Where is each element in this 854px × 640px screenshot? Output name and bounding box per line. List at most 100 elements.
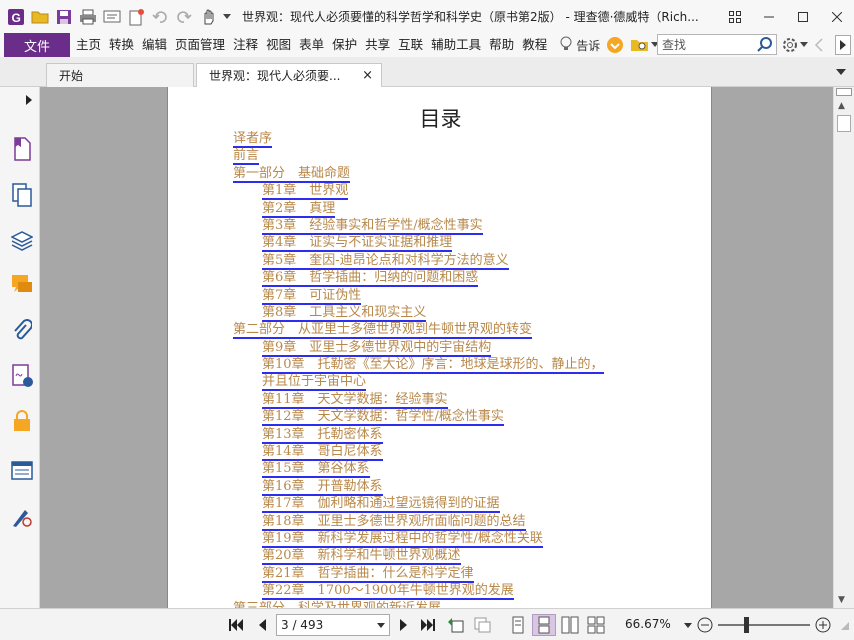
document-viewport[interactable]: 目录 译者序 前言 第一部分 基础命题 第1章 世界观 第2章 真理 第3章 经验事实和哲… <box>40 87 833 608</box>
zoom-out-icon[interactable] <box>695 615 715 635</box>
new-document-icon[interactable] <box>126 7 146 27</box>
fields-panel-icon[interactable] <box>10 459 34 483</box>
search-input[interactable]: 查找 <box>657 34 777 55</box>
comments-panel-icon[interactable] <box>10 273 34 297</box>
next-page-icon[interactable] <box>394 615 414 635</box>
sign-icon[interactable] <box>606 36 624 54</box>
toc-entry[interactable]: 第5章 奎因-迪昂论点和对科学方法的意义 <box>233 252 693 270</box>
menu-connect[interactable]: 互联 <box>394 33 427 57</box>
toc-entry[interactable]: 第一部分 基础命题 <box>233 165 693 183</box>
find-folder-icon[interactable] <box>630 37 650 53</box>
close-tab-icon[interactable]: × <box>362 68 373 83</box>
menu-page-management[interactable]: 页面管理 <box>171 33 229 57</box>
layers-icon[interactable] <box>10 229 34 253</box>
settings-icon[interactable] <box>782 37 798 53</box>
toc-entry[interactable]: 第9章 亚里士多德世界观中的宇宙结构 <box>233 339 693 357</box>
toc-entry[interactable]: 译者序 <box>233 130 693 148</box>
next-view-icon[interactable] <box>472 615 492 635</box>
menu-home[interactable]: 主页 <box>72 33 105 57</box>
menu-accessibility[interactable]: 辅助工具 <box>427 33 485 57</box>
redo-icon[interactable] <box>174 7 194 27</box>
first-page-icon[interactable] <box>226 615 246 635</box>
open-folder-icon[interactable] <box>30 7 50 27</box>
last-page-icon[interactable] <box>418 615 438 635</box>
toc-entry[interactable]: 第18章 亚里士多德世界观所面临问题的总结 <box>233 513 693 531</box>
toc-entry[interactable]: 第16章 开普勒体系 <box>233 478 693 496</box>
toc-entry[interactable]: 第14章 哥白尼体系 <box>233 443 693 462</box>
maximize-icon[interactable] <box>786 0 820 33</box>
toc-entry[interactable]: 第7章 可证伪性 <box>233 287 693 305</box>
menu-view[interactable]: 视图 <box>262 33 295 57</box>
vertical-scrollbar[interactable]: ▲ ▼ <box>833 87 854 608</box>
toc-entry[interactable]: 第8章 工具主义和现实主义 <box>233 304 693 322</box>
customize-dropdown-icon[interactable] <box>222 7 232 27</box>
menu-annotate[interactable]: 注释 <box>229 33 262 57</box>
menu-tutorial[interactable]: 教程 <box>518 33 551 57</box>
ribbon-display-icon[interactable] <box>718 0 752 33</box>
scrollbar-thumb[interactable] <box>837 115 851 132</box>
facing-page-view-icon[interactable] <box>560 615 580 635</box>
toc-entry[interactable]: 第11章 天文学数据：经验事实 <box>233 391 693 409</box>
certify-pen-icon[interactable] <box>10 505 34 529</box>
toc-entry[interactable]: 第三部分 科学及世界观的新近发展 <box>233 600 693 608</box>
signature-panel-icon[interactable] <box>10 364 34 388</box>
menu-share[interactable]: 共享 <box>361 33 394 57</box>
toc-entry[interactable]: 第2章 真理 <box>233 200 693 218</box>
settings-dropdown-icon[interactable] <box>800 42 808 48</box>
toc-entry[interactable]: 第12章 天文学数据：哲学性/概念性事实 <box>233 408 693 427</box>
zoom-in-icon[interactable] <box>813 615 833 635</box>
tab-start[interactable]: 开始 <box>46 63 194 87</box>
file-menu-button[interactable]: 文件 <box>4 33 70 57</box>
toc-entry[interactable]: 并且位于宇宙中心 <box>233 373 693 392</box>
continuous-page-view-icon[interactable] <box>532 614 556 636</box>
save-icon[interactable] <box>54 7 74 27</box>
print-icon[interactable] <box>78 7 98 27</box>
previous-view-icon[interactable] <box>446 615 466 635</box>
toc-entry[interactable]: 第17章 伽利略和通过望远镜得到的证据 <box>233 495 693 514</box>
tab-list-dropdown-icon[interactable] <box>836 69 846 76</box>
menu-help[interactable]: 帮助 <box>485 33 518 57</box>
previous-page-icon[interactable] <box>252 615 272 635</box>
page-dropdown-icon[interactable] <box>377 623 385 628</box>
undo-icon[interactable] <box>150 7 170 27</box>
search-icon[interactable] <box>757 37 773 56</box>
continuous-facing-view-icon[interactable] <box>586 615 606 635</box>
menu-edit[interactable]: 编辑 <box>138 33 171 57</box>
scroll-down-arrow-icon[interactable]: ▼ <box>838 595 845 605</box>
single-page-view-icon[interactable] <box>508 615 528 635</box>
attachments-icon[interactable] <box>10 319 34 343</box>
zoom-slider-thumb[interactable] <box>743 617 749 633</box>
zoom-level[interactable]: 66.67% <box>625 617 671 631</box>
expand-panel-icon[interactable] <box>26 95 33 105</box>
scroll-top-button[interactable] <box>836 88 852 96</box>
resize-grip-icon[interactable] <box>838 619 850 631</box>
toc-entry[interactable]: 第6章 哲学插曲：归纳的问题和困惑 <box>233 269 693 288</box>
toc-entry[interactable]: 前言 <box>233 147 693 166</box>
menu-convert[interactable]: 转换 <box>105 33 138 57</box>
toc-entry[interactable]: 第21章 哲学插曲：什么是科学定律 <box>233 565 693 583</box>
toc-entry[interactable]: 第19章 新科学发展过程中的哲学性/概念性关联 <box>233 530 693 548</box>
zoom-dropdown-icon[interactable] <box>684 623 692 628</box>
tab-document[interactable]: 世界观：现代人必须要... × <box>196 63 382 87</box>
toc-entry[interactable]: 第1章 世界观 <box>233 182 693 201</box>
toc-entry[interactable]: 第20章 新科学和牛顿世界观概述 <box>233 547 693 566</box>
close-window-icon[interactable] <box>820 0 854 33</box>
menu-form[interactable]: 表单 <box>295 33 328 57</box>
hand-tool-icon[interactable] <box>198 7 218 27</box>
tell-me[interactable]: 告诉 <box>559 36 600 55</box>
toc-entry[interactable]: 第10章 托勒密《至大论》序言：地球是球形的、静止的， <box>233 356 693 375</box>
toc-entry[interactable]: 第4章 证实与不证实证据和推理 <box>233 234 693 253</box>
comment-icon[interactable] <box>102 7 122 27</box>
toc-entry[interactable]: 第15章 第谷体系 <box>233 460 693 479</box>
toc-entry[interactable]: 第22章 1700～1900年牛顿世界观的发展 <box>233 582 693 601</box>
zoom-slider-track[interactable] <box>718 624 810 626</box>
menu-protect[interactable]: 保护 <box>328 33 361 57</box>
app-logo-icon[interactable]: G <box>6 7 26 27</box>
scroll-up-arrow-icon[interactable]: ▲ <box>838 101 845 111</box>
page-number-input[interactable]: 3 / 493 <box>276 614 390 636</box>
toc-entry[interactable]: 第13章 托勒密体系 <box>233 426 693 444</box>
bookmark-icon[interactable] <box>10 137 34 161</box>
minimize-icon[interactable] <box>752 0 786 33</box>
toc-entry[interactable]: 第3章 经验事实和哲学性/概念性事实 <box>233 217 693 235</box>
ribbon-scroll-right-icon[interactable] <box>835 35 851 55</box>
